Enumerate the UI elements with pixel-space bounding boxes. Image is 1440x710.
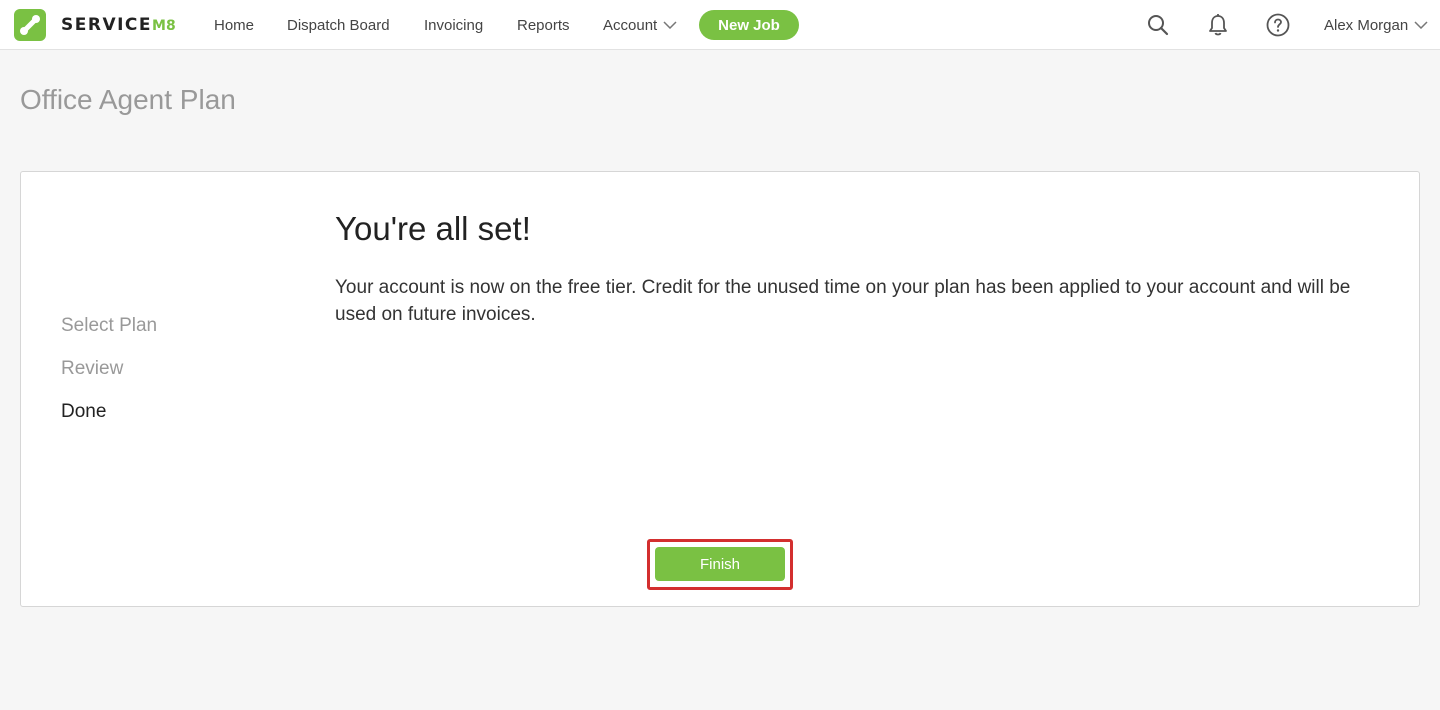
step-review: Review bbox=[61, 358, 124, 379]
wizard-steps: Select Plan Review Done bbox=[61, 313, 157, 442]
bell-icon[interactable] bbox=[1205, 12, 1231, 38]
plan-wizard-card: Select Plan Review Done You're all set! … bbox=[20, 171, 1420, 607]
page-title: Office Agent Plan bbox=[20, 84, 236, 115]
brand-wordmark: SERVICEM8 bbox=[61, 15, 176, 35]
user-name: Alex Morgan bbox=[1324, 16, 1409, 34]
step-select-plan: Select Plan bbox=[61, 315, 158, 336]
confirmation-heading: You're all set! bbox=[335, 210, 531, 247]
nav-dispatch-board[interactable]: Dispatch Board bbox=[287, 0, 390, 50]
finish-button[interactable]: Finish bbox=[655, 547, 785, 581]
nav-account[interactable]: Account bbox=[603, 0, 677, 50]
confirmation-message: Your account is now on the free tier. Cr… bbox=[335, 277, 1351, 325]
servicem8-logo-icon bbox=[14, 9, 46, 41]
user-menu[interactable]: Alex Morgan bbox=[1324, 0, 1428, 50]
nav-home[interactable]: Home bbox=[214, 0, 254, 50]
search-icon[interactable] bbox=[1145, 12, 1171, 38]
step-done: Done bbox=[61, 401, 107, 422]
nav-invoicing[interactable]: Invoicing bbox=[424, 0, 483, 50]
nav-reports[interactable]: Reports bbox=[517, 0, 570, 50]
top-navigation-bar: SERVICEM8 Home Dispatch Board Invoicing … bbox=[0, 0, 1440, 50]
new-job-button[interactable]: New Job bbox=[699, 10, 799, 40]
help-icon[interactable] bbox=[1265, 12, 1291, 38]
chevron-down-icon bbox=[663, 21, 677, 29]
finish-highlight: Finish bbox=[647, 539, 793, 590]
chevron-down-icon bbox=[1414, 21, 1428, 29]
brand-logo[interactable]: SERVICEM8 bbox=[14, 9, 176, 41]
